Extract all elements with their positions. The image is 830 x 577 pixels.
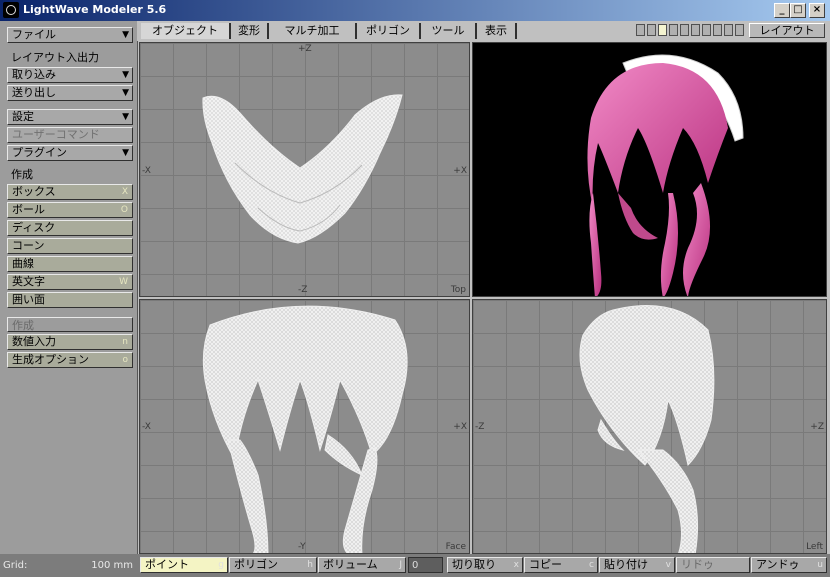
title-bar: LightWave Modeler 5.6 _ □ × <box>0 0 830 21</box>
create-ball-button[interactable]: ボール O <box>7 202 133 218</box>
create-curve-label: 曲線 <box>12 257 34 270</box>
layer-button-4[interactable] <box>669 24 678 36</box>
create-text-label: 英文字 <box>12 275 45 288</box>
tab-transform[interactable]: 変形 <box>231 23 269 39</box>
minimize-button[interactable]: _ <box>774 3 790 18</box>
create-enclose-label: 囲い面 <box>12 293 45 306</box>
top-wireframe-mesh <box>202 94 403 244</box>
polygon-mode-button[interactable]: ポリゴン h <box>229 557 317 573</box>
layer-button-9[interactable] <box>724 24 733 36</box>
tab-display[interactable]: 表示 <box>477 23 517 39</box>
cut-label: 切り取り <box>452 558 496 571</box>
face-wireframe-mesh <box>202 305 408 553</box>
create-disc-label: ディスク <box>12 221 56 234</box>
create-cone-button[interactable]: コーン <box>7 238 133 254</box>
create-box-shortcut: X <box>121 187 128 197</box>
copy-button[interactable]: コピー c <box>524 557 598 573</box>
grid-label: Grid: <box>3 560 28 571</box>
create-text-shortcut: W <box>119 277 128 287</box>
layout-button[interactable]: レイアウト <box>749 23 825 38</box>
create-box-button[interactable]: ボックス X <box>7 184 133 200</box>
hair-render <box>587 54 744 296</box>
create-disc-button[interactable]: ディスク <box>7 220 133 236</box>
cut-button[interactable]: 切り取り x <box>447 557 523 573</box>
lightwave-app-icon[interactable] <box>3 2 19 18</box>
layer-button-1[interactable] <box>636 24 645 36</box>
layer-button-8[interactable] <box>713 24 722 36</box>
polygon-mode-shortcut: h <box>307 560 313 570</box>
layer-button-7[interactable] <box>702 24 711 36</box>
grid-value: 100 mm <box>91 560 133 571</box>
copy-shortcut: c <box>589 560 594 570</box>
numeric-input-button[interactable]: 数値入力 n <box>7 334 133 350</box>
redo-button[interactable]: リドゥ <box>676 557 750 573</box>
create-heading-2: 作成 <box>7 317 133 332</box>
paste-shortcut: v <box>665 560 671 570</box>
layer-button-3[interactable] <box>658 24 667 36</box>
window-title: LightWave Modeler 5.6 <box>23 3 167 16</box>
create-text-button[interactable]: 英文字 W <box>7 274 133 290</box>
redo-label: リドゥ <box>681 558 714 571</box>
gen-options-label: 生成オプション <box>12 353 89 366</box>
user-command-button[interactable]: ユーザーコマンド <box>7 127 133 143</box>
create-curve-button[interactable]: 曲線 <box>7 256 133 272</box>
status-bar: Grid: 100 mm ポイント g ポリゴン h ボリューム J 0 切り取… <box>0 554 830 577</box>
create-heading: 作成 <box>11 168 33 181</box>
create-enclose-button[interactable]: 囲い面 <box>7 292 133 308</box>
maximize-button[interactable]: □ <box>790 3 806 18</box>
import-menu-button[interactable]: 取り込み <box>7 67 133 83</box>
numeric-input-label: 数値入力 <box>12 335 56 348</box>
copy-label: コピー <box>529 558 562 571</box>
volume-mode-button[interactable]: ボリューム J <box>318 557 406 573</box>
point-mode-button[interactable]: ポイント g <box>140 557 228 573</box>
selection-count: 0 <box>408 557 443 573</box>
undo-shortcut: u <box>817 560 823 570</box>
layer-button-10[interactable] <box>735 24 744 36</box>
layout-io-heading: レイアウト入出力 <box>11 51 99 64</box>
paste-button[interactable]: 貼り付け v <box>599 557 675 573</box>
viewport-left[interactable]: -Z +Z Left <box>472 299 827 554</box>
volume-mode-shortcut: J <box>399 560 402 570</box>
tab-polygon[interactable]: ポリゴン <box>357 23 421 39</box>
layer-button-2[interactable] <box>647 24 656 36</box>
paste-label: 貼り付け <box>604 558 648 571</box>
file-menu-button[interactable]: ファイル <box>7 27 133 43</box>
close-button[interactable]: × <box>809 3 825 18</box>
grid-size-readout: Grid: 100 mm <box>3 558 136 573</box>
volume-mode-label: ボリューム <box>323 558 378 571</box>
create-ball-shortcut: O <box>120 205 128 215</box>
point-mode-shortcut: g <box>218 560 224 570</box>
left-wireframe-mesh <box>579 305 715 553</box>
plugin-menu-button[interactable]: プラグイン <box>7 145 133 161</box>
tab-multiply[interactable]: マルチ加工 <box>269 23 357 39</box>
cut-shortcut: x <box>513 560 519 570</box>
undo-label: アンドゥ <box>756 558 800 571</box>
create-ball-label: ボール <box>12 203 45 216</box>
layer-button-6[interactable] <box>691 24 700 36</box>
create-box-label: ボックス <box>12 185 56 198</box>
layer-button-5[interactable] <box>680 24 689 36</box>
tool-panel: ファイル レイアウト入出力 取り込み 送り出し 設定 ユーザーコマンド プラグイ… <box>0 21 138 554</box>
numeric-input-shortcut: n <box>122 337 128 347</box>
settings-menu-button[interactable]: 設定 <box>7 109 133 125</box>
export-menu-button[interactable]: 送り出し <box>7 85 133 101</box>
tab-tools[interactable]: ツール <box>421 23 477 39</box>
viewport-perspective[interactable] <box>472 42 827 297</box>
create-cone-label: コーン <box>12 239 45 252</box>
polygon-mode-label: ポリゴン <box>234 558 278 571</box>
undo-button[interactable]: アンドゥ u <box>751 557 827 573</box>
point-mode-label: ポイント <box>145 558 189 571</box>
tab-object[interactable]: オブジェクト <box>141 23 231 39</box>
gen-options-button[interactable]: 生成オプション o <box>7 352 133 368</box>
viewport-face[interactable]: -X +X -Y Face <box>139 299 470 554</box>
gen-options-shortcut: o <box>122 355 128 365</box>
viewport-top[interactable]: +Z -Z -X +X Top <box>139 42 470 297</box>
